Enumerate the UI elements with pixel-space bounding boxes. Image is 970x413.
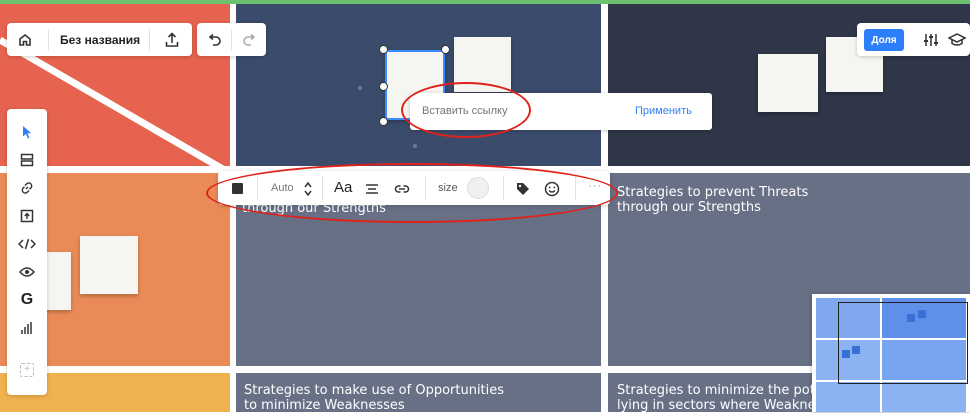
minimap-viewport[interactable] — [838, 302, 968, 384]
chart-icon — [21, 322, 32, 334]
sticky-note[interactable] — [758, 54, 818, 112]
link-tool[interactable] — [7, 173, 47, 203]
minimap-cell — [816, 382, 880, 412]
google-icon: G — [20, 291, 34, 308]
settings-sliders-icon — [924, 34, 938, 46]
sticky-note[interactable] — [80, 236, 138, 294]
grid-dot — [413, 144, 417, 148]
share-upload-button[interactable] — [157, 25, 187, 55]
cell-text-line: Strategies to make use of Opportunities — [244, 383, 505, 398]
google-tool[interactable]: G — [7, 285, 47, 315]
select-tool[interactable] — [7, 117, 47, 147]
chart-tool[interactable] — [7, 313, 47, 343]
graduation-cap-icon — [948, 33, 966, 46]
redo-button[interactable] — [235, 25, 263, 55]
upload-tool[interactable] — [7, 201, 47, 231]
board-title[interactable]: Без названия — [60, 33, 140, 47]
cell-text-slate-2: Strategies to prevent Threats through ou… — [617, 185, 967, 215]
minimap[interactable] — [812, 294, 970, 412]
cell-text-line: Strategies to prevent Threats — [617, 185, 809, 200]
apply-link-button[interactable]: Применить — [635, 105, 692, 117]
cell-text-line: Strategies to minimize the pote — [617, 383, 813, 398]
grid-dot — [358, 86, 362, 90]
share-button[interactable]: Доля — [864, 29, 904, 51]
resize-handle[interactable] — [379, 82, 388, 91]
settings-button[interactable] — [920, 27, 942, 53]
cell-text-slate-4: Strategies to minimize the pote lying in… — [617, 383, 813, 413]
cell-text-slate-3: Strategies to make use of Opportunities … — [244, 383, 594, 413]
minimap-cell — [882, 382, 966, 412]
redo-icon — [242, 34, 255, 46]
embed-code-icon — [18, 238, 36, 250]
divider — [231, 29, 232, 51]
divider — [48, 29, 49, 51]
upload-icon — [165, 32, 179, 47]
learn-button[interactable] — [948, 27, 970, 53]
cursor-icon — [23, 126, 31, 139]
home-icon — [19, 33, 31, 46]
view-tool[interactable] — [7, 257, 47, 287]
cell-text-line: lying in sectors where Weaknes — [617, 398, 813, 413]
annotation-oval — [401, 82, 531, 138]
undo-button[interactable] — [200, 25, 228, 55]
cell-text-line: through our Strengths — [617, 200, 761, 215]
frame-icon — [20, 153, 34, 167]
resize-handle[interactable] — [379, 117, 388, 126]
resize-handle[interactable] — [441, 45, 450, 54]
annotation-oval — [206, 163, 618, 223]
link-icon — [21, 182, 33, 194]
undo-icon — [208, 34, 221, 46]
eye-icon — [19, 267, 35, 277]
share-button-label: Доля — [871, 34, 897, 46]
sticky-note[interactable] — [44, 252, 71, 310]
add-icon: + — [20, 363, 34, 377]
embed-tool[interactable] — [7, 229, 47, 259]
divider — [149, 29, 150, 51]
home-button[interactable] — [11, 25, 39, 55]
add-tool[interactable]: + — [7, 355, 47, 385]
frame-tool[interactable] — [7, 145, 47, 175]
upload-board-icon — [20, 209, 34, 223]
cell-text-line: to minimize Weaknesses — [244, 398, 405, 413]
resize-handle[interactable] — [379, 45, 388, 54]
